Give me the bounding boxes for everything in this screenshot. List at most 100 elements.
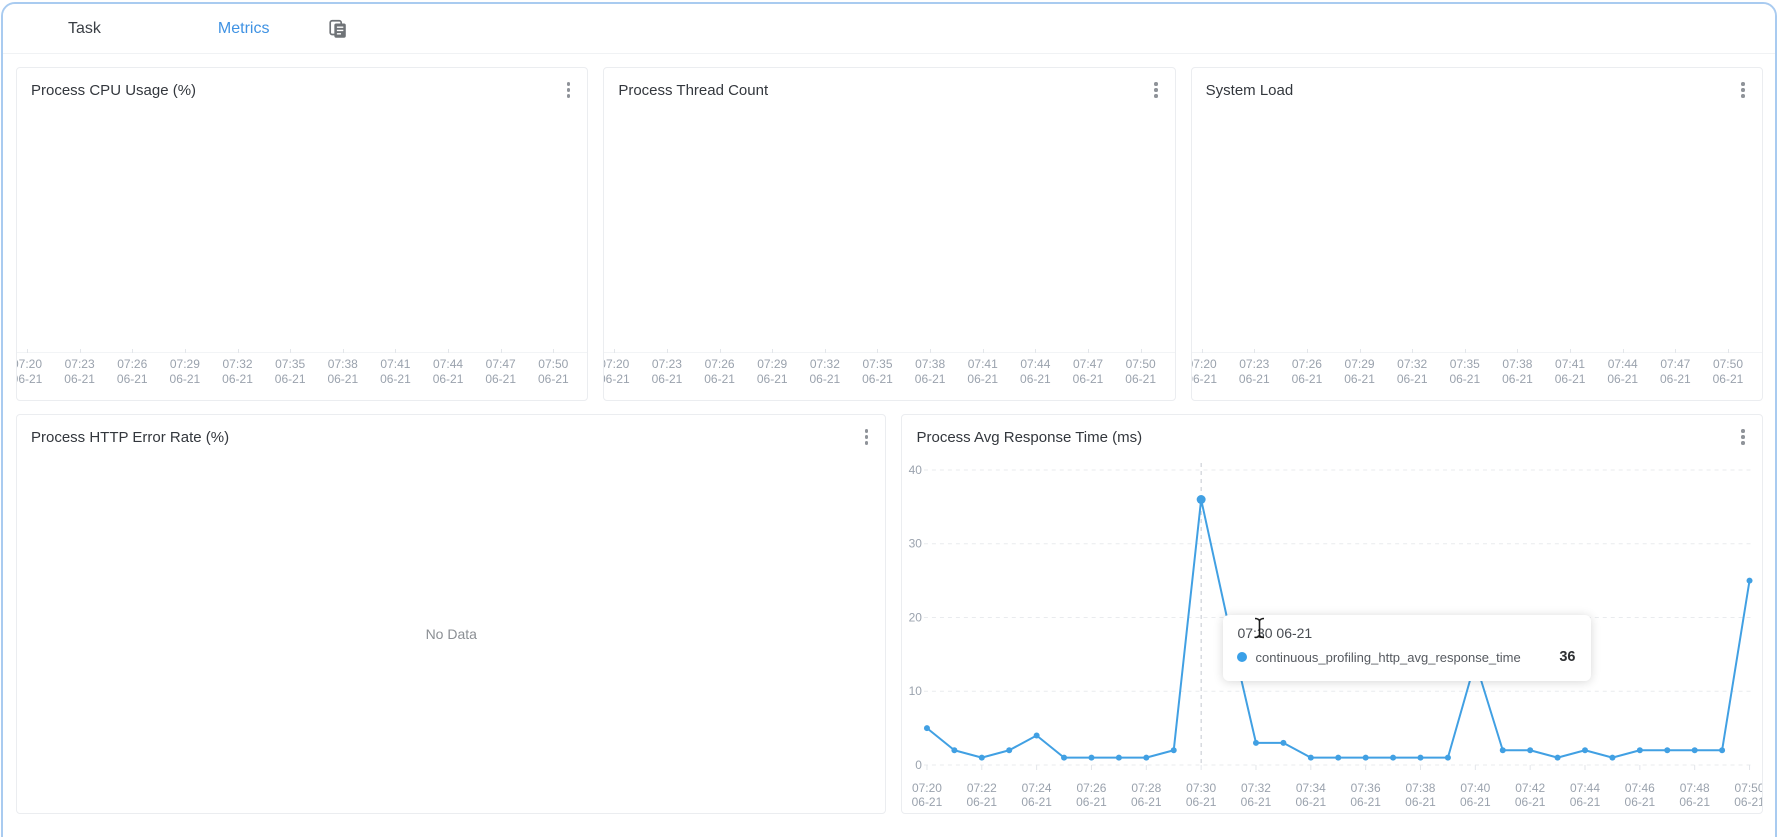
x-axis-label: 07:3506-21 — [275, 357, 306, 387]
svg-text:07:34: 07:34 — [1296, 781, 1326, 795]
report-document-icon[interactable] — [326, 17, 350, 41]
x-axis-label: 07:3806-21 — [915, 357, 946, 387]
svg-text:30: 30 — [909, 537, 923, 551]
x-axis-label: 07:4106-21 — [380, 357, 411, 387]
panel-http-error-rate: Process HTTP Error Rate (%) No Data — [16, 414, 886, 814]
svg-text:06-21: 06-21 — [1241, 795, 1272, 809]
panel-header: Process Avg Response Time (ms) — [902, 415, 1762, 457]
svg-text:06-21: 06-21 — [912, 795, 943, 809]
x-axis-label: 07:4406-21 — [1020, 357, 1051, 387]
svg-text:0: 0 — [916, 758, 923, 772]
x-axis-label: 07:3206-21 — [1397, 357, 1428, 387]
panel-menu-button[interactable] — [562, 78, 576, 102]
x-axis-label: 07:2306-21 — [64, 357, 95, 387]
svg-text:06-21: 06-21 — [1680, 795, 1711, 809]
series-color-dot — [1237, 652, 1247, 662]
panel-process-cpu-usage: Process CPU Usage (%) 07:2006-21 07:2306-… — [16, 67, 588, 401]
svg-text:06-21: 06-21 — [967, 795, 998, 809]
x-axis-label: 07:2006-21 — [16, 357, 42, 387]
panel-header: System Load — [1192, 68, 1762, 110]
panel-title: Process HTTP Error Rate (%) — [31, 429, 229, 446]
tooltip-series-row: continuous_profiling_http_avg_response_t… — [1237, 649, 1575, 665]
svg-text:07:44: 07:44 — [1571, 781, 1601, 795]
x-axis-label: 07:3506-21 — [1449, 357, 1480, 387]
svg-text:07:46: 07:46 — [1625, 781, 1655, 795]
svg-text:07:42: 07:42 — [1516, 781, 1546, 795]
svg-text:40: 40 — [909, 463, 923, 477]
tooltip-series-name: continuous_profiling_http_avg_response_t… — [1255, 650, 1520, 665]
panel-menu-button[interactable] — [1736, 425, 1750, 449]
svg-text:06-21: 06-21 — [1351, 795, 1382, 809]
svg-text:06-21: 06-21 — [1570, 795, 1601, 809]
panel-title: Process CPU Usage (%) — [31, 82, 196, 99]
svg-text:06-21: 06-21 — [1131, 795, 1162, 809]
empty-chart-area: No Data — [17, 455, 885, 813]
x-axis-label: 07:2606-21 — [117, 357, 148, 387]
panel-title: Process Avg Response Time (ms) — [916, 429, 1142, 446]
x-axis-labels: 07:2006-2107:2306-2107:2606-2107:2906-21… — [614, 353, 1140, 387]
svg-text:10: 10 — [909, 684, 923, 698]
panel-title: Process Thread Count — [618, 82, 768, 99]
svg-text:07:48: 07:48 — [1680, 781, 1710, 795]
chart-tooltip: 07:30 06-21 continuous_profiling_http_av… — [1223, 615, 1591, 681]
svg-text:07:20: 07:20 — [912, 781, 942, 795]
x-axis-label: 07:5006-21 — [1713, 357, 1744, 387]
x-axis-label: 07:4706-21 — [485, 357, 516, 387]
x-axis-label: 07:5006-21 — [538, 357, 569, 387]
svg-text:07:22: 07:22 — [967, 781, 997, 795]
x-axis-label: 07:2606-21 — [1292, 357, 1323, 387]
app-frame: Task Metrics Process CPU Usage (%) — [1, 2, 1777, 837]
panel-system-load: System Load 07:2006-2107:2306-2107:2606-… — [1191, 67, 1763, 401]
tooltip-value: 36 — [1559, 649, 1575, 665]
svg-text:06-21: 06-21 — [1406, 795, 1437, 809]
x-axis-label: 07:2606-21 — [704, 357, 735, 387]
svg-text:07:24: 07:24 — [1022, 781, 1052, 795]
x-axis-label: 07:3506-21 — [862, 357, 893, 387]
svg-text:07:40: 07:40 — [1461, 781, 1491, 795]
x-axis-label: 07:2906-21 — [170, 357, 201, 387]
x-axis-label: 07:4406-21 — [433, 357, 464, 387]
x-axis-label: 07:3206-21 — [810, 357, 841, 387]
tooltip-time: 07:30 06-21 — [1237, 625, 1575, 641]
x-axis-label: 07:4106-21 — [967, 357, 998, 387]
ibeam-cursor-icon — [1253, 617, 1266, 644]
panel-menu-button[interactable] — [860, 425, 874, 449]
svg-text:07:36: 07:36 — [1351, 781, 1381, 795]
x-axis-labels: 07:2006-2107:2306-2107:2606-2107:2906-21… — [1202, 353, 1728, 387]
svg-text:06-21: 06-21 — [1077, 795, 1108, 809]
x-axis-label: 07:2306-21 — [652, 357, 683, 387]
svg-text:06-21: 06-21 — [1515, 795, 1546, 809]
x-axis-label: 07:2306-21 — [1239, 357, 1270, 387]
svg-text:07:32: 07:32 — [1242, 781, 1272, 795]
page: Task Metrics Process CPU Usage (%) — [0, 0, 1783, 837]
dashboard-content: Process CPU Usage (%) 07:2006-2107:2306-… — [3, 54, 1775, 814]
panel-header: Process Thread Count — [604, 68, 1174, 110]
x-axis-label: 07:3806-21 — [327, 357, 358, 387]
x-axis-label: 07:4706-21 — [1073, 357, 1104, 387]
panel-menu-button[interactable] — [1736, 78, 1750, 102]
x-axis-label: 07:2906-21 — [757, 357, 788, 387]
x-axis-label: 07:4706-21 — [1660, 357, 1691, 387]
svg-text:06-21: 06-21 — [1186, 795, 1217, 809]
panel-header: Process CPU Usage (%) — [17, 68, 587, 110]
svg-text:06-21: 06-21 — [1625, 795, 1656, 809]
x-axis-labels: 07:2006-2107:2306-2107:2606-2107:2906-21… — [27, 353, 553, 387]
panel-process-thread-count: Process Thread Count 07:2006-21 07:2306-2… — [603, 67, 1175, 401]
x-axis-label: 07:2006-21 — [603, 357, 629, 387]
x-axis-label: 07:3206-21 — [222, 357, 253, 387]
svg-text:07:38: 07:38 — [1406, 781, 1436, 795]
x-axis-label: 07:4106-21 — [1555, 357, 1586, 387]
panels-row-1: Process CPU Usage (%) 07:2006-21 07:2306-… — [16, 67, 1763, 401]
svg-text:20: 20 — [909, 610, 923, 624]
panel-header: Process HTTP Error Rate (%) — [17, 415, 885, 457]
svg-text:07:50: 07:50 — [1735, 781, 1762, 795]
svg-text:07:30: 07:30 — [1187, 781, 1217, 795]
x-axis-label: 07:3806-21 — [1502, 357, 1533, 387]
panel-title: System Load — [1206, 82, 1294, 99]
x-axis-label: 07:4406-21 — [1607, 357, 1638, 387]
panel-menu-button[interactable] — [1149, 78, 1163, 102]
tab-bar: Task Metrics — [3, 4, 1775, 54]
tab-task[interactable]: Task — [68, 20, 101, 38]
svg-text:06-21: 06-21 — [1735, 795, 1762, 809]
tab-metrics[interactable]: Metrics — [218, 20, 270, 38]
